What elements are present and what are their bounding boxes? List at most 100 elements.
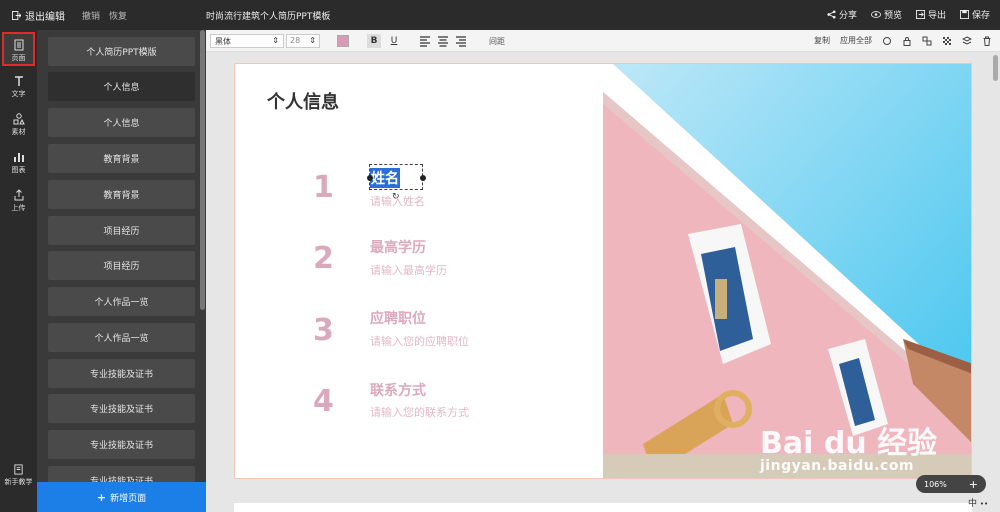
page-list: 个人简历PPT模版 个人信息 个人信息 教育背景 教育背景 项目经历 项目经历 … <box>37 30 206 512</box>
align-right-icon[interactable] <box>455 35 467 47</box>
next-slide-preview[interactable] <box>234 503 972 512</box>
document-title: 时尚流行建筑个人简历PPT模板 <box>206 12 331 22</box>
link-icon[interactable] <box>922 36 932 46</box>
bold-button[interactable]: B <box>367 34 381 48</box>
item-number[interactable]: 3 <box>313 313 334 348</box>
tutorial-button[interactable]: 新手教学 <box>2 464 35 487</box>
add-page-button[interactable]: + 新增页面 <box>37 482 206 512</box>
page-thumb[interactable]: 个人作品一览 <box>48 323 195 352</box>
save-icon <box>959 10 969 19</box>
item-label[interactable]: 最高学历 <box>370 237 426 257</box>
save-label: 保存 <box>971 11 990 21</box>
zoom-level: 106% <box>924 479 947 489</box>
page-thumb[interactable]: 教育背景 <box>48 144 195 173</box>
page-thumb[interactable]: 个人信息 <box>48 108 195 137</box>
sidebar-item-label: 素材 <box>11 128 26 136</box>
page-list-scrollbar[interactable] <box>200 30 205 310</box>
plus-icon: + <box>96 490 107 504</box>
share-button[interactable]: 分享 <box>827 8 857 21</box>
page-thumb[interactable]: 个人简历PPT模版 <box>48 37 195 66</box>
canvas-scrollbar[interactable] <box>993 55 998 81</box>
align-center-icon[interactable] <box>437 35 449 47</box>
lock-icon[interactable] <box>902 36 912 46</box>
watermark-sub: jingyan.baidu.com <box>760 458 915 474</box>
preview-button[interactable]: 预览 <box>870 8 902 21</box>
slide-title[interactable]: 个人信息 <box>267 88 339 114</box>
page-thumb[interactable]: 项目经历 <box>48 216 195 245</box>
opacity-icon[interactable] <box>942 36 952 46</box>
sidebar-item-material[interactable]: 素材 <box>2 108 35 142</box>
page-thumb[interactable]: 个人作品一览 <box>48 287 195 316</box>
item-number[interactable]: 1 <box>313 170 334 205</box>
apply-all-button[interactable]: 应用全部 <box>840 35 872 46</box>
item-label[interactable]: 应聘职位 <box>370 308 426 328</box>
item-hint[interactable]: 请输入您的应聘职位 <box>370 333 469 349</box>
page-thumb[interactable]: 专业技能及证书 <box>48 359 195 388</box>
ime-indicator[interactable]: 中 •• <box>968 496 988 509</box>
rotate-icon[interactable] <box>882 36 892 46</box>
font-family-select[interactable]: 黑体 ⇕ <box>210 34 284 48</box>
sidebar-item-label: 图表 <box>11 166 26 174</box>
sidebar-item-text[interactable]: 文字 <box>2 70 35 104</box>
page-thumb[interactable]: 专业技能及证书 <box>48 394 195 423</box>
tutorial-label: 新手教学 <box>4 478 33 486</box>
sidebar-item-label: 文字 <box>11 90 26 98</box>
book-icon <box>14 464 23 475</box>
item-hint[interactable]: 请输入您的联系方式 <box>370 404 469 420</box>
undo-button[interactable]: 撤销 <box>82 9 100 22</box>
selected-textbox[interactable]: 姓名 ↻ <box>367 164 426 202</box>
add-page-label: 新增页面 <box>110 493 147 504</box>
sidebar-item-upload[interactable]: 上传 <box>2 184 35 218</box>
chevron-down-icon: ⇕ <box>272 36 279 45</box>
resize-handle-left[interactable] <box>367 175 373 181</box>
sidebar-item-label: 页面 <box>11 54 26 62</box>
page-thumb[interactable]: 教育背景 <box>48 180 195 209</box>
sidebar-item-label: 上传 <box>11 204 26 212</box>
upload-icon <box>14 189 23 201</box>
tool-sidebar: 页面 文字 素材 图表 上传 新手教学 <box>0 30 37 512</box>
text-color-swatch[interactable] <box>337 35 349 47</box>
topbar-actions: 分享 预览 导出 保存 <box>827 8 990 21</box>
sidebar-item-chart[interactable]: 图表 <box>2 146 35 180</box>
zoom-in-button[interactable]: + <box>969 478 978 491</box>
redo-button[interactable]: 恢复 <box>109 9 127 22</box>
chart-icon <box>13 153 24 162</box>
layers-icon[interactable] <box>962 35 972 46</box>
export-label: 导出 <box>927 11 946 21</box>
copy-button[interactable]: 复制 <box>814 35 830 46</box>
top-bar: 退出编辑 撤销 恢复 时尚流行建筑个人简历PPT模板 分享 预览 导出 保存 <box>0 0 1000 30</box>
resize-handle-right[interactable] <box>420 175 426 181</box>
page-thumb[interactable]: 个人信息 <box>48 72 195 101</box>
slide[interactable]: 个人信息 1 姓名 ↻ 请输入姓名 2 最高学历 请输入最高学历 3 应聘职位 … <box>234 63 972 479</box>
underline-button[interactable]: U <box>387 34 401 48</box>
exit-edit-label: 退出编辑 <box>25 12 65 23</box>
eye-icon <box>870 11 881 18</box>
item-hint[interactable]: 请输入最高学历 <box>370 262 447 278</box>
shapes-icon <box>13 113 25 125</box>
zoom-control[interactable]: 106% + <box>916 475 986 493</box>
trash-icon[interactable] <box>982 36 992 46</box>
font-size-stepper[interactable]: 28 ⇕ <box>286 34 320 48</box>
align-left-icon[interactable] <box>419 35 431 47</box>
page-icon <box>14 39 23 51</box>
page-thumb[interactable]: 专业技能及证书 <box>48 430 195 459</box>
page-thumb[interactable]: 项目经历 <box>48 251 195 280</box>
spacing-button[interactable]: 间距 <box>489 36 505 47</box>
format-toolbar: 黑体 ⇕ 28 ⇕ B U 间距 复制 应用全部 <box>206 30 1000 52</box>
item-hint[interactable]: 请输入姓名 <box>370 193 425 209</box>
item-label-selected[interactable]: 姓名 <box>370 168 400 188</box>
dots-icon: •• <box>979 500 989 508</box>
export-button[interactable]: 导出 <box>915 8 946 21</box>
exit-icon <box>12 11 21 20</box>
share-icon <box>827 10 836 19</box>
item-label[interactable]: 联系方式 <box>370 380 426 400</box>
share-label: 分享 <box>838 11 857 21</box>
export-icon <box>915 10 925 19</box>
save-button[interactable]: 保存 <box>959 8 990 21</box>
building-photo[interactable] <box>603 64 972 479</box>
font-size-value: 28 <box>290 36 301 45</box>
sidebar-item-page[interactable]: 页面 <box>2 32 35 66</box>
item-number[interactable]: 4 <box>313 384 334 419</box>
item-number[interactable]: 2 <box>313 241 334 276</box>
exit-edit-button[interactable]: 退出编辑 <box>12 8 65 23</box>
